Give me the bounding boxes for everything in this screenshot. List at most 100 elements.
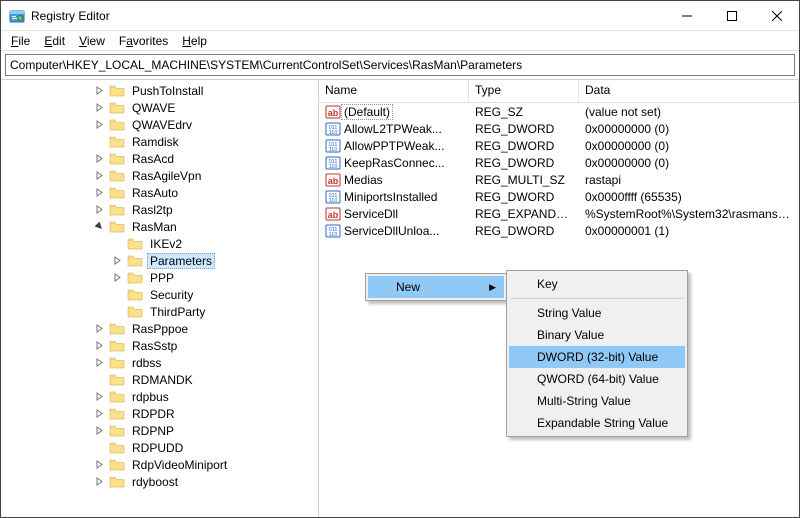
folder-icon bbox=[109, 84, 125, 97]
address-bar[interactable]: Computer\HKEY_LOCAL_MACHINE\SYSTEM\Curre… bbox=[5, 54, 795, 76]
expand-icon[interactable] bbox=[95, 460, 109, 469]
menu-view[interactable]: View bbox=[73, 32, 111, 50]
context-menu-item[interactable]: String Value bbox=[509, 302, 685, 324]
expand-icon[interactable] bbox=[95, 392, 109, 401]
expand-icon[interactable] bbox=[95, 120, 109, 129]
context-menu-item[interactable]: DWORD (32-bit) Value bbox=[509, 346, 685, 368]
expand-icon[interactable] bbox=[95, 341, 109, 350]
tree-item[interactable]: RasAgileVpn bbox=[1, 167, 318, 184]
value-row[interactable]: 011110AllowL2TPWeak...REG_DWORD0x0000000… bbox=[319, 120, 799, 137]
folder-icon bbox=[109, 424, 125, 437]
registry-tree[interactable]: PushToInstallQWAVEQWAVEdrvRamdiskRasAcdR… bbox=[1, 80, 318, 517]
folder-icon bbox=[109, 186, 125, 199]
close-button[interactable] bbox=[754, 1, 799, 30]
tree-item[interactable]: RDPUDD bbox=[1, 439, 318, 456]
window-title: Registry Editor bbox=[31, 9, 664, 23]
menu-edit[interactable]: Edit bbox=[38, 32, 71, 50]
expand-icon[interactable] bbox=[113, 273, 127, 282]
tree-item[interactable]: RasMan bbox=[1, 218, 318, 235]
tree-item[interactable]: IKEv2 bbox=[1, 235, 318, 252]
tree-item[interactable]: RasAcd bbox=[1, 150, 318, 167]
expand-icon[interactable] bbox=[95, 205, 109, 214]
expand-icon[interactable] bbox=[95, 86, 109, 95]
tree-item[interactable]: RasPppoe bbox=[1, 320, 318, 337]
value-row[interactable]: ab(Default)REG_SZ(value not set) bbox=[319, 103, 799, 120]
tree-item[interactable]: Security bbox=[1, 286, 318, 303]
value-row[interactable]: abMediasREG_MULTI_SZrastapi bbox=[319, 171, 799, 188]
context-menu-item[interactable]: Binary Value bbox=[509, 324, 685, 346]
context-menu-item[interactable]: Expandable String Value bbox=[509, 412, 685, 434]
binary-value-icon: 011110 bbox=[325, 189, 341, 205]
tree-item[interactable]: ThirdParty bbox=[1, 303, 318, 320]
value-row[interactable]: 011110KeepRasConnec...REG_DWORD0x0000000… bbox=[319, 154, 799, 171]
tree-item-label: RasSstp bbox=[129, 339, 180, 353]
tree-pane: PushToInstallQWAVEQWAVEdrvRamdiskRasAcdR… bbox=[1, 80, 319, 517]
string-value-icon: ab bbox=[325, 206, 341, 222]
value-name: AllowL2TPWeak... bbox=[344, 122, 442, 136]
tree-item[interactable]: PushToInstall bbox=[1, 82, 318, 99]
body: PushToInstallQWAVEQWAVEdrvRamdiskRasAcdR… bbox=[1, 79, 799, 517]
tree-item[interactable]: RDPDR bbox=[1, 405, 318, 422]
menu-help[interactable]: Help bbox=[176, 32, 213, 50]
tree-item[interactable]: QWAVE bbox=[1, 99, 318, 116]
context-menu-new[interactable]: New ▶ bbox=[368, 276, 504, 298]
tree-item[interactable]: RDPNP bbox=[1, 422, 318, 439]
value-name: (Default) bbox=[341, 104, 393, 120]
maximize-button[interactable] bbox=[709, 1, 754, 30]
collapse-icon[interactable] bbox=[95, 222, 109, 231]
context-menu-item[interactable]: Multi-String Value bbox=[509, 390, 685, 412]
tree-item[interactable]: RdpVideoMiniport bbox=[1, 456, 318, 473]
expand-icon[interactable] bbox=[95, 409, 109, 418]
tree-item[interactable]: RasSstp bbox=[1, 337, 318, 354]
tree-item-label: RasAuto bbox=[129, 186, 181, 200]
value-data: rastapi bbox=[579, 173, 799, 187]
tree-item[interactable]: rdpbus bbox=[1, 388, 318, 405]
value-name: Medias bbox=[344, 173, 383, 187]
menu-favorites[interactable]: Favorites bbox=[113, 32, 174, 50]
tree-item[interactable]: rdyboost bbox=[1, 473, 318, 490]
svg-text:110: 110 bbox=[329, 232, 338, 238]
svg-text:110: 110 bbox=[329, 130, 338, 136]
tree-item[interactable]: Parameters bbox=[1, 252, 318, 269]
value-row[interactable]: 011110ServiceDllUnloa...REG_DWORD0x00000… bbox=[319, 222, 799, 239]
context-menu-item-label: Binary Value bbox=[537, 328, 604, 342]
value-data: 0x00000001 (1) bbox=[579, 224, 799, 238]
folder-icon bbox=[109, 356, 125, 369]
column-header-data[interactable]: Data bbox=[579, 80, 799, 102]
folder-icon bbox=[109, 458, 125, 471]
expand-icon[interactable] bbox=[95, 103, 109, 112]
context-menu-new-label: New bbox=[396, 280, 420, 294]
column-header-name[interactable]: Name bbox=[319, 80, 469, 102]
tree-item[interactable]: Ramdisk bbox=[1, 133, 318, 150]
column-header-type[interactable]: Type bbox=[469, 80, 579, 102]
tree-item-label: IKEv2 bbox=[147, 237, 185, 251]
expand-icon[interactable] bbox=[95, 426, 109, 435]
value-row[interactable]: 011110MiniportsInstalledREG_DWORD0x0000f… bbox=[319, 188, 799, 205]
tree-item-label: RdpVideoMiniport bbox=[129, 458, 230, 472]
tree-item[interactable]: rdbss bbox=[1, 354, 318, 371]
value-type: REG_DWORD bbox=[469, 224, 579, 238]
expand-icon[interactable] bbox=[95, 154, 109, 163]
value-row[interactable]: 011110AllowPPTPWeak...REG_DWORD0x0000000… bbox=[319, 137, 799, 154]
tree-item[interactable]: RDMANDK bbox=[1, 371, 318, 388]
tree-item[interactable]: QWAVEdrv bbox=[1, 116, 318, 133]
minimize-button[interactable] bbox=[664, 1, 709, 30]
binary-value-icon: 011110 bbox=[325, 121, 341, 137]
value-type: REG_DWORD bbox=[469, 156, 579, 170]
tree-item[interactable]: PPP bbox=[1, 269, 318, 286]
tree-item-label: rdyboost bbox=[129, 475, 181, 489]
expand-icon[interactable] bbox=[113, 256, 127, 265]
tree-item[interactable]: Rasl2tp bbox=[1, 201, 318, 218]
app-icon bbox=[9, 8, 25, 24]
expand-icon[interactable] bbox=[95, 171, 109, 180]
expand-icon[interactable] bbox=[95, 188, 109, 197]
context-menu-item-label: Key bbox=[537, 277, 558, 291]
expand-icon[interactable] bbox=[95, 477, 109, 486]
context-menu-item[interactable]: Key bbox=[509, 273, 685, 295]
expand-icon[interactable] bbox=[95, 358, 109, 367]
value-row[interactable]: abServiceDllREG_EXPAND_SZ%SystemRoot%\Sy… bbox=[319, 205, 799, 222]
context-menu-item[interactable]: QWORD (64-bit) Value bbox=[509, 368, 685, 390]
expand-icon[interactable] bbox=[95, 324, 109, 333]
tree-item[interactable]: RasAuto bbox=[1, 184, 318, 201]
menu-file[interactable]: File bbox=[5, 32, 36, 50]
